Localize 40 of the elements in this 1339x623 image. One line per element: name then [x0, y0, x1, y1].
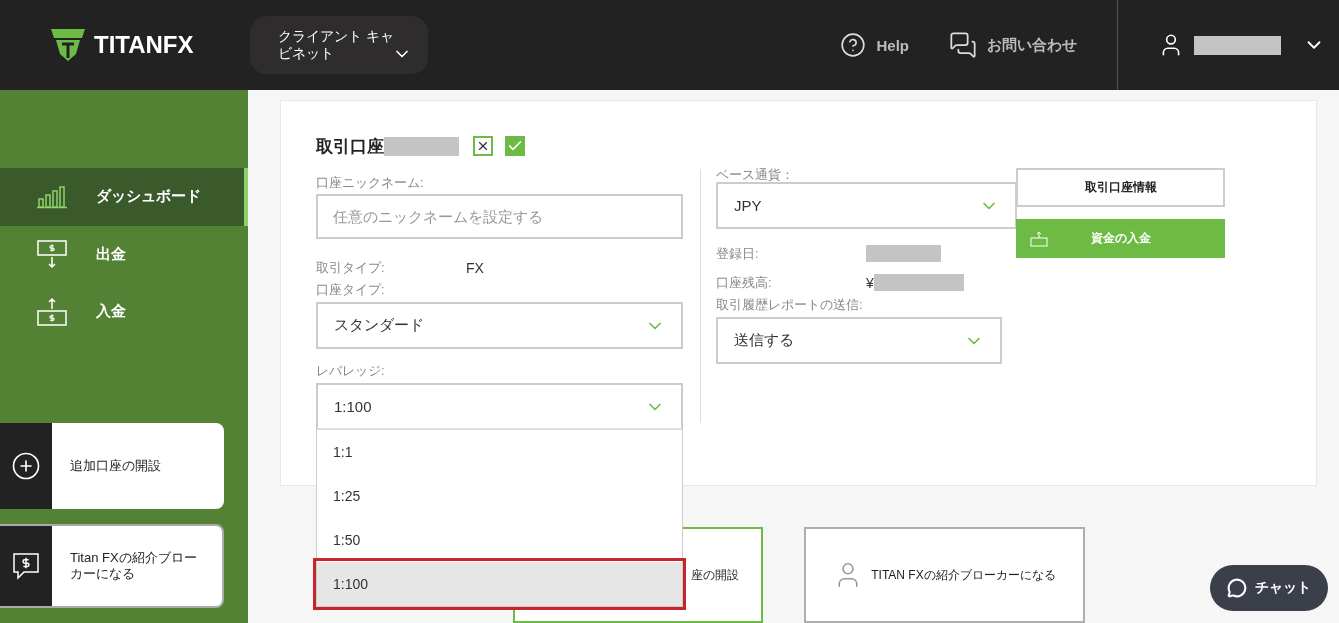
logo-text: TITANFX: [94, 31, 194, 59]
field-label: 口座タイプ:: [316, 282, 386, 298]
plus-circle-icon: [11, 451, 41, 481]
cancel-button[interactable]: [473, 136, 493, 156]
field-label: ベース通貨：: [716, 169, 795, 181]
nickname-field[interactable]: 任意のニックネームを設定する: [316, 194, 683, 239]
sidebar-card[interactable]: 追加口座の開設: [0, 423, 224, 509]
field-label: 取引履歴レポートの送信:: [716, 297, 864, 313]
sidebar-item[interactable]: ダッシュボード: [0, 168, 248, 226]
currency-symbol: ¥: [866, 274, 874, 291]
contact-link[interactable]: お問い合わせ: [949, 31, 1077, 59]
currency-select[interactable]: JPY: [716, 182, 1017, 229]
help-icon: [840, 32, 867, 58]
chat-button[interactable]: チャット: [1210, 565, 1328, 611]
leverage-select[interactable]: 1:100: [316, 383, 683, 430]
chat-bubbles-icon: [949, 31, 977, 59]
account-type-select[interactable]: スタンダード: [316, 302, 683, 349]
bar-chart-icon: [36, 184, 68, 209]
action-card[interactable]: TITAN FXの紹介ブローカーになる: [804, 527, 1085, 623]
field-label: 口座ニックネーム:: [316, 175, 425, 191]
field-label: レバレッジ:: [316, 363, 386, 379]
dollar-speech-icon: [11, 551, 41, 581]
account-title: 取引口座: [316, 135, 384, 158]
close-icon: [476, 139, 490, 153]
field-label: 取引タイプ:: [316, 258, 386, 277]
cabinet-menu-button[interactable]: クライアント キャビネット: [250, 16, 428, 74]
deposit-icon: [1030, 231, 1048, 247]
sidebar-card[interactable]: Titan FXの紹介ブローカーになる: [0, 524, 224, 608]
shield-logo-icon: [50, 28, 86, 62]
account-info-button[interactable]: 取引口座情報: [1016, 168, 1225, 207]
field-label: 口座残高:: [716, 273, 773, 292]
chat-icon: [1227, 578, 1247, 598]
field-label: 登録日:: [716, 244, 760, 263]
deposit-icon: [36, 296, 68, 327]
field-value: FX: [466, 259, 484, 276]
help-link[interactable]: Help: [840, 32, 909, 58]
withdraw-icon: [36, 239, 68, 270]
report-select[interactable]: 送信する: [716, 317, 1002, 364]
sidebar-item[interactable]: 入金: [0, 283, 248, 341]
sidebar-item[interactable]: 出金: [0, 225, 248, 284]
